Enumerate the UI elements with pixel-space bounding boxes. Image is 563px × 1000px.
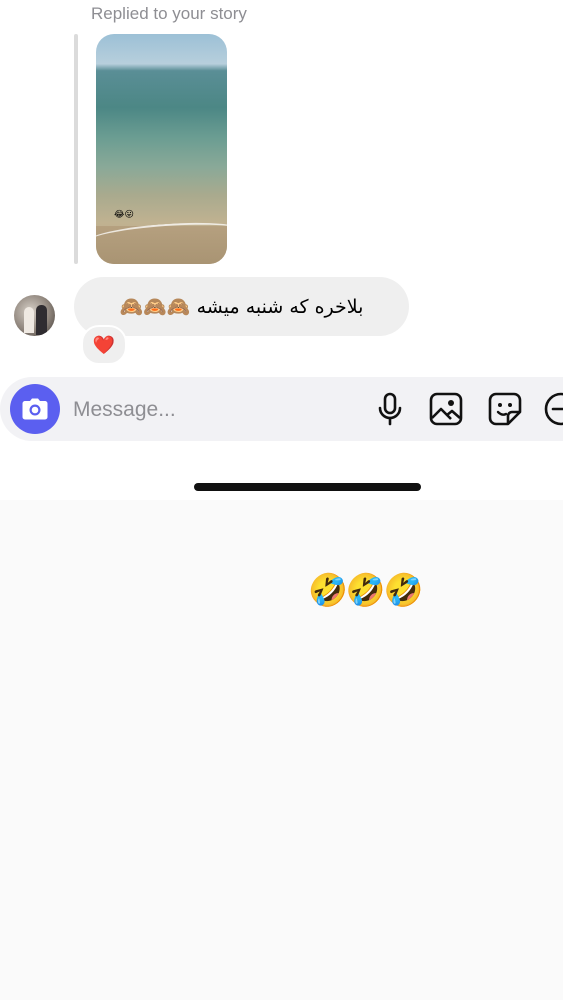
microphone-button[interactable]: [372, 391, 408, 427]
story-emoji-sticker: 😂😛: [114, 210, 134, 220]
camera-button[interactable]: [10, 384, 60, 434]
chat-thread: Replied to your story 😂😛 بلاخره که شنبه …: [0, 0, 563, 500]
sticker-icon: [488, 392, 522, 426]
gallery-button[interactable]: [428, 391, 464, 427]
message-input[interactable]: [73, 397, 333, 423]
reply-quote-line: [74, 34, 78, 264]
overlay-emoji-caption: 🤣🤣🤣: [308, 571, 424, 609]
message-text: بلاخره که شنبه میشه 🙈🙈🙈: [119, 296, 364, 318]
avatar-figure-right: [36, 305, 47, 335]
more-button[interactable]: [543, 391, 563, 427]
sender-avatar[interactable]: [14, 295, 55, 336]
message-composer: [0, 377, 563, 441]
home-indicator: [194, 483, 421, 491]
sticker-button[interactable]: [487, 391, 523, 427]
replied-to-story-label: Replied to your story: [91, 4, 247, 23]
reaction-heart-icon[interactable]: ❤️: [81, 325, 127, 365]
gallery-icon: [429, 392, 463, 426]
plus-circle-icon: [544, 392, 563, 426]
message-bubble[interactable]: بلاخره که شنبه میشه 🙈🙈🙈: [74, 277, 409, 336]
avatar-figure-left: [24, 307, 34, 333]
camera-icon: [22, 398, 48, 420]
story-thumbnail[interactable]: 😂😛: [96, 34, 227, 264]
microphone-icon: [378, 392, 402, 426]
